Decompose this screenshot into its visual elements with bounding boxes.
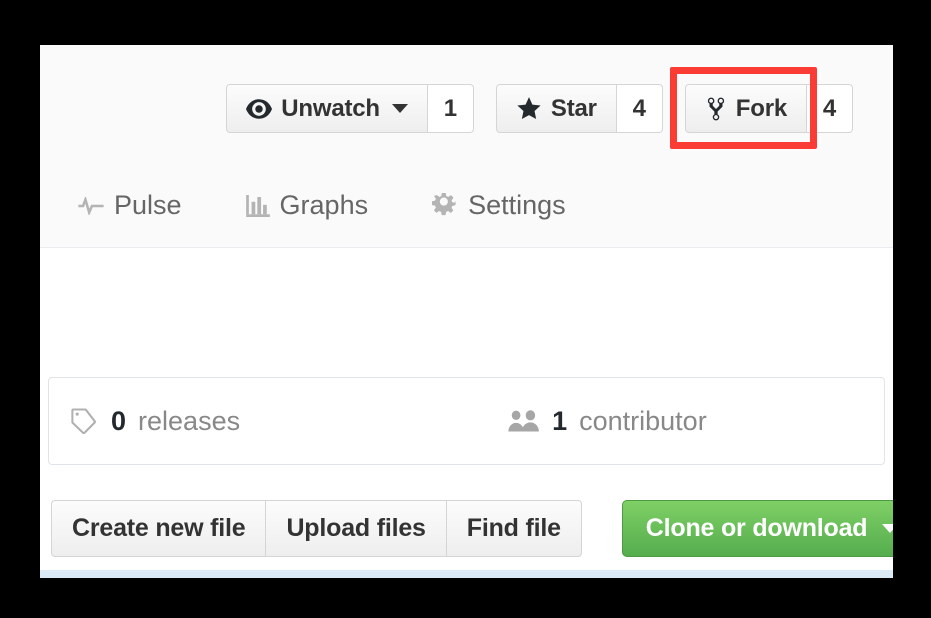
find-file-button[interactable]: Find file [445, 500, 582, 557]
repo-social-actions: Unwatch 1 Star 4 Fork 4 [226, 67, 853, 149]
clone-or-download-button[interactable]: Clone or download [621, 500, 893, 557]
file-button-group: Create new file Upload files Find file [51, 500, 582, 557]
chevron-down-icon [391, 104, 408, 113]
nav-tab-settings-label: Settings [468, 190, 566, 220]
chevron-down-icon [882, 524, 893, 533]
repo-header: Unwatch 1 Star 4 Fork 4 Pulse Graphs Set… [40, 45, 893, 248]
organization-icon [508, 409, 540, 433]
graph-icon [245, 194, 270, 217]
clone-or-download-label: Clone or download [645, 514, 868, 542]
fork-button-group: Fork 4 [669, 67, 853, 149]
nav-tab-graphs[interactable]: Graphs [245, 190, 369, 220]
nav-tab-settings[interactable]: Settings [432, 192, 566, 219]
fork-button-label: Fork [735, 94, 787, 122]
repository-page-panel: Unwatch 1 Star 4 Fork 4 Pulse Graphs Set… [40, 45, 893, 578]
contributors-stat[interactable]: 1 contributor [508, 378, 707, 464]
watchers-count[interactable]: 1 [427, 84, 474, 133]
star-button[interactable]: Star [495, 84, 617, 133]
nav-tab-pulse-label: Pulse [114, 190, 182, 220]
unwatch-button[interactable]: Unwatch [226, 84, 428, 133]
star-button-label: Star [550, 94, 597, 122]
contributors-label: contributor [579, 405, 707, 436]
eye-icon [246, 98, 273, 119]
tag-icon [71, 408, 99, 434]
releases-label: releases [138, 405, 241, 436]
releases-stat[interactable]: 0 releases [49, 378, 240, 464]
fork-button[interactable]: Fork [684, 84, 807, 133]
forks-count[interactable]: 4 [807, 84, 853, 133]
contributors-count: 1 [552, 405, 568, 436]
repository-numbers-summary: 0 releases 1 contributor [48, 377, 885, 465]
watch-button-group: Unwatch 1 [226, 84, 474, 133]
upload-files-button[interactable]: Upload files [265, 500, 446, 557]
releases-count: 0 [111, 405, 127, 436]
nav-tab-graphs-label: Graphs [279, 190, 369, 220]
page-bottom-edge [40, 570, 893, 578]
star-icon [516, 96, 542, 121]
create-new-file-button[interactable]: Create new file [51, 500, 266, 557]
stargazers-count[interactable]: 4 [616, 84, 663, 133]
unwatch-button-label: Unwatch [281, 94, 380, 122]
nav-tab-pulse[interactable]: Pulse [78, 192, 182, 219]
repo-body: 0 releases 1 contributor Create new file… [40, 249, 893, 578]
screenshot-root: Unwatch 1 Star 4 Fork 4 Pulse Graphs Set… [0, 0, 931, 618]
repo-nav-tabs: Pulse Graphs Settings [78, 192, 566, 219]
repo-forked-icon [705, 96, 727, 122]
file-actions-row: Create new file Upload files Find file C… [51, 500, 893, 557]
pulse-icon [78, 196, 104, 215]
gear-icon [432, 192, 458, 219]
star-button-group: Star 4 [495, 84, 663, 133]
